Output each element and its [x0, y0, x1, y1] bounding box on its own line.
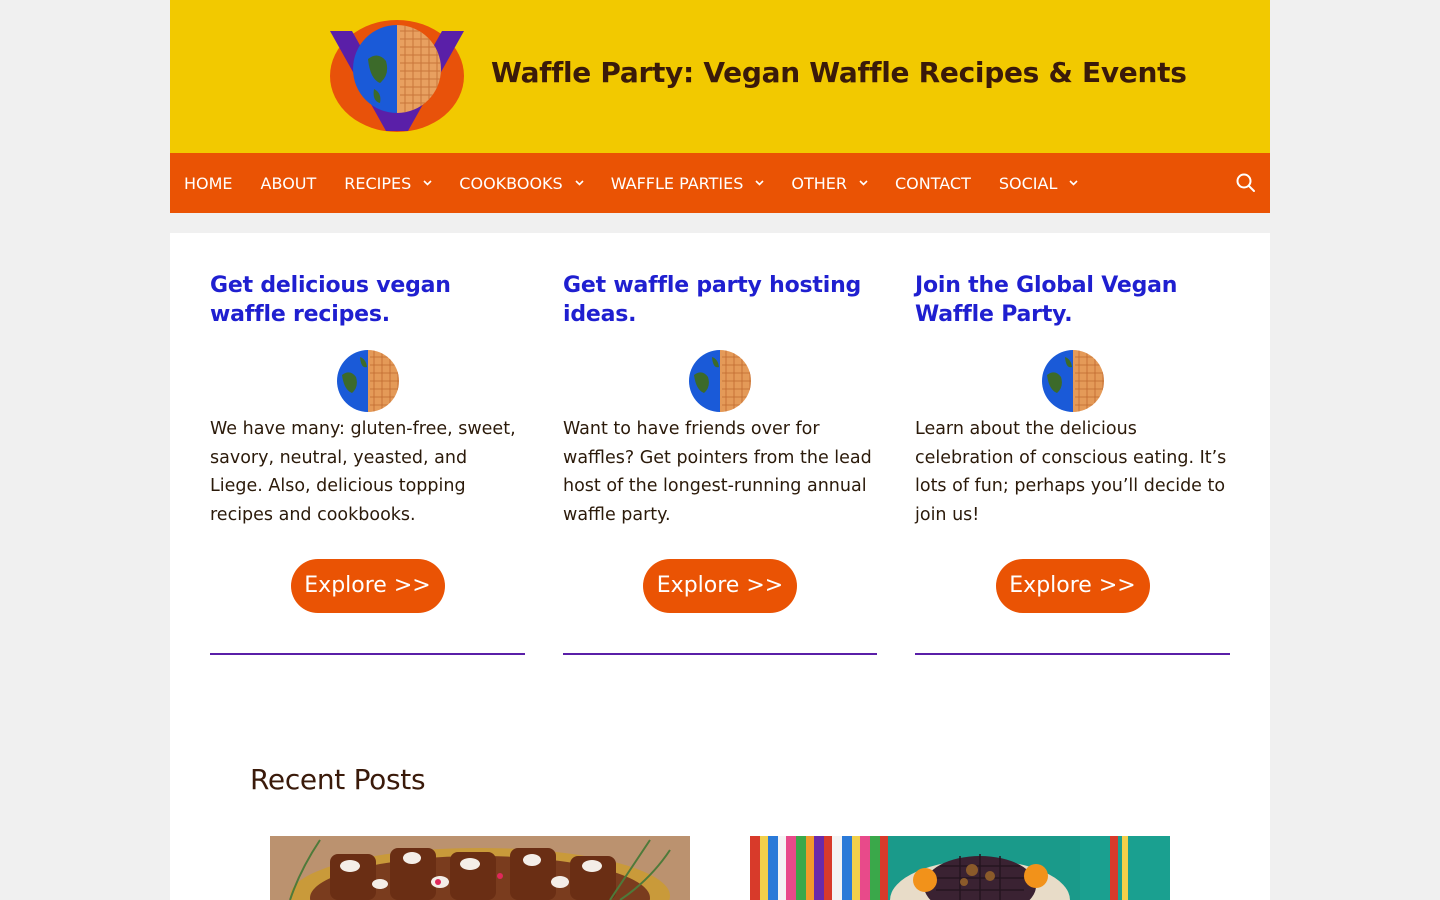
main-content: Get delicious vegan waffle recipes. We h…: [170, 233, 1270, 900]
button-wrap: Explore >>: [563, 558, 877, 613]
site-header: Waffle Party: Vegan Waffle Recipes & Eve…: [170, 0, 1270, 153]
nav-item-label: COOKBOOKS: [459, 173, 563, 193]
site-container: Waffle Party: Vegan Waffle Recipes & Eve…: [170, 0, 1270, 900]
feature-heading: Join the Global Vegan Waffle Party.: [915, 273, 1178, 327]
nav-item-label: ABOUT: [260, 173, 317, 193]
divider: [210, 652, 525, 655]
nav-item-about[interactable]: ABOUT: [247, 153, 331, 213]
nav-item-label: SOCIAL: [998, 173, 1058, 193]
divider: [563, 652, 877, 655]
recent-post-image[interactable]: [270, 836, 690, 900]
nav-item-label: OTHER: [791, 173, 847, 193]
feature-column-hosting: Get waffle party hosting ideas. Want to …: [563, 271, 877, 655]
nav-item-label: CONTACT: [895, 173, 971, 193]
feature-image-wrap: [915, 349, 1230, 413]
chevron-down-icon[interactable]: [423, 179, 432, 187]
feature-text: Learn about the delicious celebration of…: [915, 419, 1227, 526]
nav-item-other[interactable]: OTHER: [777, 153, 881, 213]
recent-posts-title: Recent Posts: [250, 763, 426, 796]
waffle-globe-icon: [1041, 350, 1104, 412]
nav-item-waffle-parties[interactable]: WAFFLE PARTIES: [597, 153, 778, 213]
nav-item-label: RECIPES: [344, 173, 412, 193]
nav-item-label: WAFFLE PARTIES: [610, 173, 744, 193]
feature-image-wrap: [563, 349, 877, 413]
button-wrap: Explore >>: [915, 558, 1230, 613]
divider: [915, 652, 1230, 655]
button-wrap: Explore >>: [210, 558, 525, 613]
feature-column-global-party: Join the Global Vegan Waffle Party. Lear…: [915, 271, 1230, 655]
main-navigation: HOME ABOUT RECIPES COOKBOOKS WAFFLE PARTIES O…: [170, 153, 1270, 213]
explore-hosting-button[interactable]: Explore >>: [643, 558, 797, 613]
feature-heading: Get waffle party hosting ideas.: [563, 273, 862, 327]
site-title[interactable]: Waffle Party: Vegan Waffle Recipes & Eve…: [491, 56, 1187, 89]
waffle-globe-icon: [336, 350, 399, 412]
feature-column-recipes: Get delicious vegan waffle recipes. We h…: [210, 271, 525, 655]
chevron-down-icon[interactable]: [755, 179, 764, 187]
feature-image-wrap: [210, 349, 525, 413]
nav-item-social[interactable]: SOCIAL: [985, 153, 1092, 213]
nav-item-label: HOME: [184, 173, 233, 193]
chevron-down-icon[interactable]: [859, 179, 868, 187]
explore-recipes-button[interactable]: Explore >>: [290, 558, 445, 613]
feature-text: We have many: gluten-free, sweet, savory…: [210, 419, 516, 526]
nav-item-recipes[interactable]: RECIPES: [330, 153, 445, 213]
recent-post-image[interactable]: [750, 836, 1170, 900]
waffle-platter-image: [270, 836, 690, 900]
chevron-down-icon[interactable]: [575, 179, 584, 187]
nav-item-cookbooks[interactable]: COOKBOOKS: [445, 153, 596, 213]
chevron-down-icon[interactable]: [1069, 179, 1078, 187]
nav-item-contact[interactable]: CONTACT: [881, 153, 985, 213]
feature-text: Want to have friends over for waffles? G…: [563, 419, 872, 526]
explore-global-party-button[interactable]: Explore >>: [995, 558, 1150, 613]
waffle-globe-icon: [689, 350, 751, 412]
nav-item-home[interactable]: HOME: [170, 153, 247, 213]
waffle-serape-image: [750, 836, 1170, 900]
site-logo[interactable]: [328, 19, 466, 133]
nav-menu: HOME ABOUT RECIPES COOKBOOKS WAFFLE PARTIES O…: [170, 153, 1091, 213]
search-icon[interactable]: [1234, 171, 1258, 195]
feature-heading: Get delicious vegan waffle recipes.: [210, 273, 451, 327]
